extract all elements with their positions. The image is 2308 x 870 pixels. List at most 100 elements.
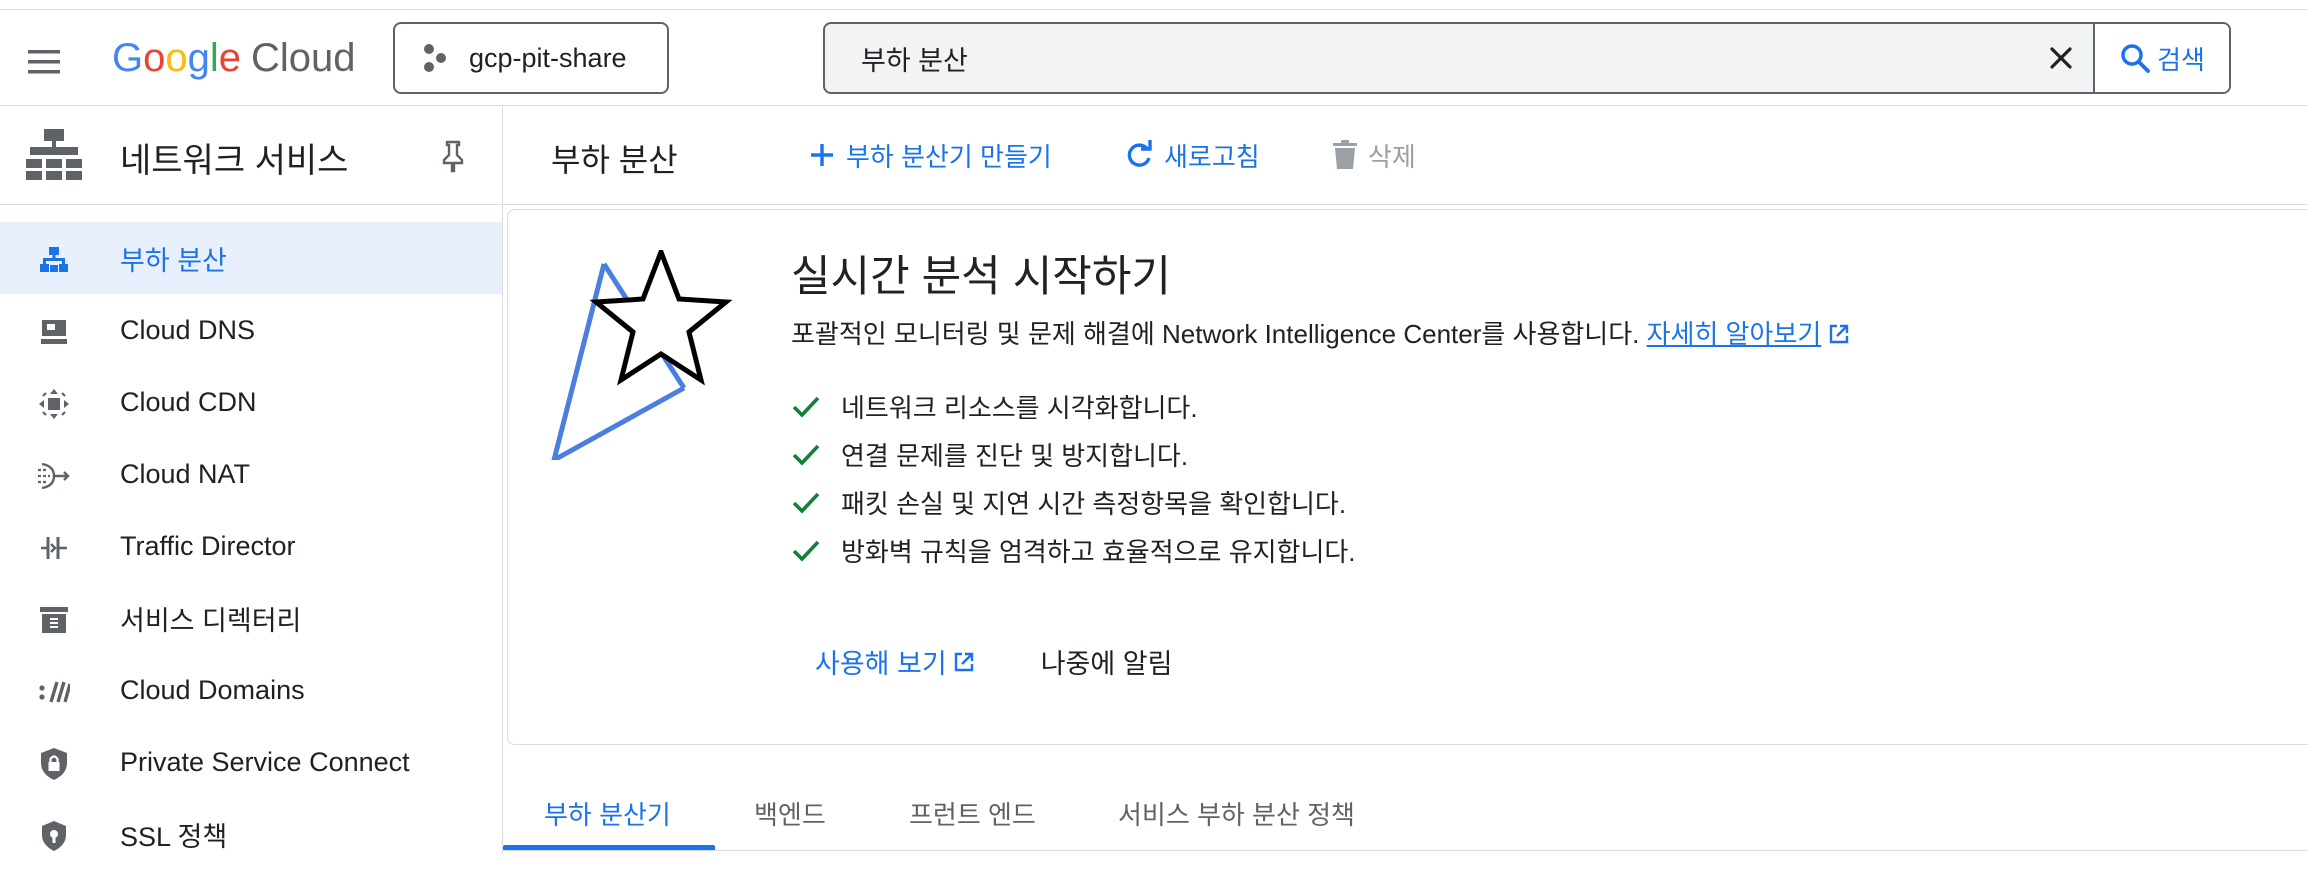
logo-letter: g	[187, 35, 210, 80]
open-in-new-icon	[1830, 324, 1849, 344]
page-title: 부하 분산	[551, 142, 678, 178]
menu-icon[interactable]	[24, 42, 72, 90]
sidebar-item-label: Traffic Director	[120, 530, 296, 561]
sidebar-item-service-directory[interactable]: 서비스 디렉터리	[0, 582, 502, 654]
tab-label: 프런트 엔드	[909, 799, 1036, 830]
refresh-label: 새로고침	[1164, 141, 1260, 172]
try-it-label: 사용해 보기	[815, 649, 947, 679]
sidebar-item-cloud-domains[interactable]: Cloud Domains	[0, 654, 502, 726]
private-service-connect-icon	[36, 746, 72, 782]
sidebar-title: 네트워크 서비스	[120, 142, 349, 180]
tab-label: 백엔드	[754, 799, 826, 830]
logo-letter: l	[209, 35, 219, 80]
check-icon	[791, 391, 821, 421]
sidebar-item-load-balancing[interactable]: 부하 분산	[0, 222, 502, 294]
project-name: gcp-pit-share	[469, 42, 627, 73]
logo-letter: o	[143, 35, 166, 80]
logo-cloud-text: Cloud	[251, 35, 356, 80]
learn-more-link[interactable]: 자세히 알아보기	[1647, 319, 1822, 349]
tab-label: 부하 분산기	[544, 799, 671, 830]
delete-icon	[1333, 140, 1357, 169]
project-picker-button[interactable]: gcp-pit-share	[393, 22, 669, 94]
search-icon	[2121, 44, 2150, 73]
list-item: 패킷 손실 및 지연 시간 측정항목을 확인합니다.	[791, 478, 1356, 526]
google-cloud-logo[interactable]: Go o g l e Cloud	[112, 30, 356, 86]
logo-letter: e	[218, 35, 242, 80]
tab-backends[interactable]: 백엔드	[754, 776, 826, 850]
sidebar-item-cloud-dns[interactable]: Cloud DNS	[0, 294, 502, 366]
project-icon	[424, 44, 446, 72]
feature-text: 방화벽 규칙을 엄격하고 효율적으로 유지합니다.	[841, 536, 1356, 567]
network-intelligence-promo-card: 실시간 분석 시작하기 포괄적인 모니터링 및 문제 해결에 Network I…	[507, 209, 2308, 745]
try-it-button[interactable]: 사용해 보기	[791, 630, 999, 693]
sidebar-nav: 부하 분산 Cloud DNS Cloud CDN Cloud NAT Traf…	[0, 222, 502, 870]
traffic-director-icon	[36, 530, 72, 566]
promo-description: 포괄적인 모니터링 및 문제 해결에 Network Intelligence …	[791, 314, 1850, 351]
shooting-star-icon	[551, 250, 733, 460]
dns-icon	[36, 314, 72, 350]
sidebar-item-private-service-connect[interactable]: Private Service Connect	[0, 726, 502, 798]
cdn-icon	[36, 386, 72, 422]
sidebar-item-label: Private Service Connect	[120, 746, 410, 777]
tab-divider	[503, 850, 2308, 851]
ssl-policy-icon	[36, 818, 72, 854]
check-icon	[791, 487, 821, 517]
sidebar-item-label: Cloud DNS	[120, 314, 256, 345]
tab-load-balancers[interactable]: 부하 분산기	[544, 776, 671, 850]
feature-check-list: 네트워크 리소스를 시각화합니다. 연결 문제를 진단 및 방지합니다. 패킷 …	[791, 382, 1356, 574]
sidebar-item-label: SSL 정책	[120, 821, 228, 852]
list-item: 연결 문제를 진단 및 방지합니다.	[791, 430, 1356, 478]
feature-text: 네트워크 리소스를 시각화합니다.	[841, 392, 1198, 423]
logo-letter: G	[112, 35, 144, 80]
sidebar-item-traffic-director[interactable]: Traffic Director	[0, 510, 502, 582]
search-button[interactable]: 검색	[2093, 24, 2229, 92]
search-input[interactable]	[825, 24, 2029, 92]
search-button-label: 검색	[2157, 44, 2205, 75]
sidebar-header: 네트워크 서비스	[0, 107, 502, 205]
network-services-icon	[26, 129, 82, 180]
load-balancing-icon	[36, 242, 72, 278]
remind-later-button[interactable]: 나중에 알림	[1017, 630, 1197, 693]
sidebar-item-label: Cloud Domains	[120, 674, 305, 705]
sidebar-item-label: Cloud CDN	[120, 386, 257, 417]
top-strip	[0, 0, 2308, 10]
learn-more-label: 자세히 알아보기	[1646, 319, 1822, 349]
feature-text: 패킷 손실 및 지연 시간 측정항목을 확인합니다.	[841, 488, 1347, 519]
delete-label: 삭제	[1368, 141, 1416, 172]
promo-description-text: 포괄적인 모니터링 및 문제 해결에 Network Intelligence …	[791, 319, 1640, 349]
app-header: GoogleCloud gcp-pit-share 검색	[0, 10, 2308, 106]
service-directory-icon	[36, 602, 72, 638]
tab-service-lb-policies[interactable]: 서비스 부하 분산 정책	[1118, 776, 1355, 850]
list-item: 네트워크 리소스를 시각화합니다.	[791, 382, 1356, 430]
delete-button[interactable]: 삭제	[1332, 135, 1416, 175]
feature-text: 연결 문제를 진단 및 방지합니다.	[841, 440, 1189, 471]
open-in-new-icon	[954, 652, 973, 671]
add-icon	[811, 144, 833, 166]
promo-title: 실시간 분석 시작하기	[791, 253, 1171, 301]
sidebar-item-label: 서비스 디렉터리	[120, 605, 302, 636]
domains-icon	[36, 674, 72, 710]
promo-actions: 사용해 보기 나중에 알림	[791, 630, 1196, 693]
sidebar-item-ssl-policies[interactable]: SSL 정책	[0, 798, 502, 870]
tab-frontends[interactable]: 프런트 엔드	[909, 776, 1036, 850]
page-toolbar: 부하 분산 부하 분산기 만들기 새로고침 삭제	[503, 107, 2308, 205]
sidebar-item-label: 부하 분산	[120, 245, 227, 276]
create-load-balancer-button[interactable]: 부하 분산기 만들기	[808, 135, 1052, 175]
logo-letter: o	[165, 35, 188, 80]
check-icon	[791, 535, 821, 565]
sidebar-item-cloud-nat[interactable]: Cloud NAT	[0, 438, 502, 510]
sidebar-item-label: Cloud NAT	[120, 458, 251, 489]
pin-icon[interactable]	[438, 139, 468, 178]
remind-later-label: 나중에 알림	[1040, 649, 1173, 679]
sidebar-item-cloud-cdn[interactable]: Cloud CDN	[0, 366, 502, 438]
tab-label: 서비스 부하 분산 정책	[1118, 799, 1355, 830]
refresh-button[interactable]: 새로고침	[1124, 135, 1260, 175]
close-icon[interactable]	[2029, 24, 2093, 92]
sidebar: 네트워크 서비스 부하 분산 Cloud DNS Cloud CDN Cloud…	[0, 107, 503, 854]
search-bar: 검색	[823, 22, 2231, 94]
nat-icon	[36, 458, 72, 494]
list-item: 방화벽 규칙을 엄격하고 효율적으로 유지합니다.	[791, 526, 1356, 574]
check-icon	[791, 439, 821, 469]
create-load-balancer-label: 부하 분산기 만들기	[846, 141, 1052, 172]
tab-bar: 부하 분산기 백엔드 프런트 엔드 서비스 부하 분산 정책	[503, 776, 2308, 854]
